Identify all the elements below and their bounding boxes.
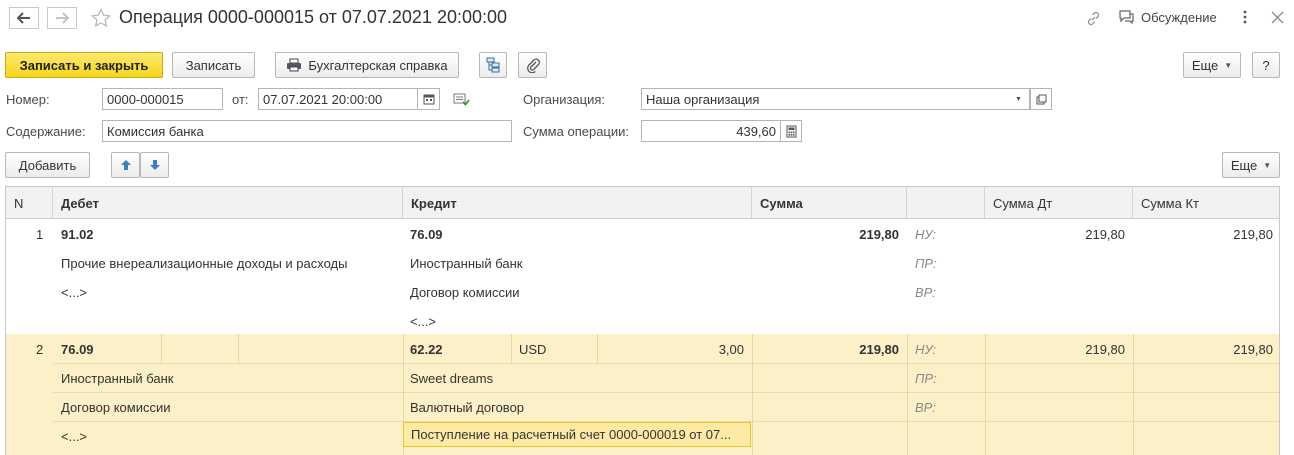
chevron-down-icon: ▼ <box>1224 60 1233 70</box>
debit-subconto-2: <...> <box>61 285 88 300</box>
back-button[interactable] <box>9 7 39 29</box>
chevron-down-icon: ▼ <box>1015 95 1022 103</box>
column-header-sum-kt[interactable]: Сумма Кт <box>1133 187 1279 219</box>
credit-currency: USD <box>519 342 547 357</box>
vr-label: ВР: <box>915 400 936 415</box>
move-down-button[interactable] <box>140 152 169 178</box>
calendar-button[interactable] <box>418 88 440 110</box>
debit-subconto-1: Прочие внереализационные доходы и расход… <box>61 256 348 271</box>
debit-subconto-2: Договор комиссии <box>61 400 171 415</box>
forward-button[interactable] <box>47 7 77 29</box>
organization-label: Организация: <box>523 92 606 107</box>
open-window-icon <box>1036 94 1046 104</box>
credit-subconto-2: Договор комиссии <box>410 285 520 300</box>
row-sum: 219,80 <box>859 342 899 357</box>
debit-subconto-3: <...> <box>61 429 88 444</box>
date-label: от: <box>232 92 249 107</box>
vr-label: ВР: <box>915 285 936 300</box>
credit-subconto-2: Валютный договор <box>410 400 525 415</box>
check-document-icon[interactable] <box>453 93 470 110</box>
printer-icon <box>287 58 302 72</box>
arrow-left-icon <box>17 12 30 24</box>
arrow-right-icon <box>56 12 69 24</box>
row-sum-dt: 219,80 <box>1085 227 1125 242</box>
arrow-down-icon <box>149 160 160 170</box>
add-row-button[interactable]: Добавить <box>5 152 90 178</box>
nu-label: НУ: <box>915 342 937 357</box>
credit-subconto-1: Иностранный банк <box>410 256 523 271</box>
organization-dropdown-button[interactable]: ▼ <box>1008 88 1030 110</box>
column-header-n[interactable]: N <box>6 187 53 219</box>
structure-button[interactable] <box>479 52 507 78</box>
page-title: Операция 0000-000015 от 07.07.2021 20:00… <box>119 7 508 27</box>
column-header-sum-dt[interactable]: Сумма Дт <box>985 187 1133 219</box>
column-header-credit[interactable]: Кредит <box>403 187 752 219</box>
discussion-label: Обсуждение <box>1141 9 1217 25</box>
row-sum-kt: 219,80 <box>1233 342 1273 357</box>
more-menu-icon[interactable] <box>1242 9 1248 28</box>
content-input[interactable]: Комиссия банка <box>102 120 512 142</box>
link-icon[interactable] <box>1085 10 1102 30</box>
save-and-close-button[interactable]: Записать и закрыть <box>5 52 163 78</box>
credit-subconto-3: <...> <box>410 314 437 329</box>
hierarchy-icon <box>486 57 500 73</box>
content-label: Содержание: <box>6 124 86 139</box>
credit-currency-amount: 3,00 <box>718 342 744 357</box>
accounting-report-label: Бухгалтерская справка <box>308 57 448 73</box>
table-more-label: Еще <box>1230 157 1258 173</box>
row-sum-kt: 219,80 <box>1233 227 1273 242</box>
nu-label: НУ: <box>915 227 937 242</box>
row-number: 2 <box>36 342 44 357</box>
table-more-button[interactable]: Еще ▼ <box>1222 152 1280 178</box>
row-sum: 219,80 <box>859 227 899 242</box>
column-header-accounting-type <box>907 187 985 219</box>
number-label: Номер: <box>6 92 50 107</box>
favorite-star-icon[interactable] <box>91 8 111 31</box>
help-button[interactable]: ? <box>1252 52 1280 78</box>
organization-input[interactable]: Наша организация <box>641 88 1009 110</box>
credit-subconto-3-selected[interactable]: Поступление на расчетный счет 0000-00001… <box>403 422 751 447</box>
pr-label: ПР: <box>915 371 937 386</box>
arrow-up-icon <box>120 160 131 170</box>
chat-icon <box>1119 10 1134 25</box>
operation-sum-label: Сумма операции: <box>523 124 629 139</box>
debit-subconto-1: Иностранный банк <box>61 371 174 386</box>
row-sum-dt: 219,80 <box>1085 342 1125 357</box>
column-header-sum[interactable]: Сумма <box>752 187 907 219</box>
calculator-icon <box>786 125 796 137</box>
row-number: 1 <box>36 227 44 242</box>
paperclip-icon <box>526 58 540 73</box>
calendar-icon <box>423 94 434 105</box>
close-icon[interactable] <box>1271 11 1284 27</box>
credit-subconto-1: Sweet dreams <box>410 371 494 386</box>
column-header-debit[interactable]: Дебет <box>53 187 403 219</box>
accounting-report-button[interactable]: Бухгалтерская справка <box>275 52 459 78</box>
credit-account: 62.22 <box>410 342 443 357</box>
date-input[interactable]: 07.07.2021 20:00:00 <box>258 88 418 110</box>
entries-table[interactable]: N Дебет Кредит Сумма Сумма Дт Сумма Кт 1… <box>5 186 1280 455</box>
more-button[interactable]: Еще ▼ <box>1183 52 1241 78</box>
operation-sum-input[interactable]: 439,60 <box>641 120 781 142</box>
calculator-button[interactable] <box>780 120 802 142</box>
pr-label: ПР: <box>915 256 937 271</box>
save-button[interactable]: Записать <box>172 52 255 78</box>
organization-open-button[interactable] <box>1030 88 1052 110</box>
chevron-down-icon: ▼ <box>1263 160 1272 170</box>
more-label: Еще <box>1191 57 1219 73</box>
debit-account: 76.09 <box>61 342 94 357</box>
attachment-button[interactable] <box>518 52 547 78</box>
number-input[interactable]: 0000-000015 <box>102 88 223 110</box>
table-header: N Дебет Кредит Сумма Сумма Дт Сумма Кт <box>6 187 1279 219</box>
credit-account: 76.09 <box>410 227 443 242</box>
move-up-button[interactable] <box>111 152 140 178</box>
discussion-button[interactable]: Обсуждение <box>1118 9 1217 25</box>
debit-account: 91.02 <box>61 227 94 242</box>
